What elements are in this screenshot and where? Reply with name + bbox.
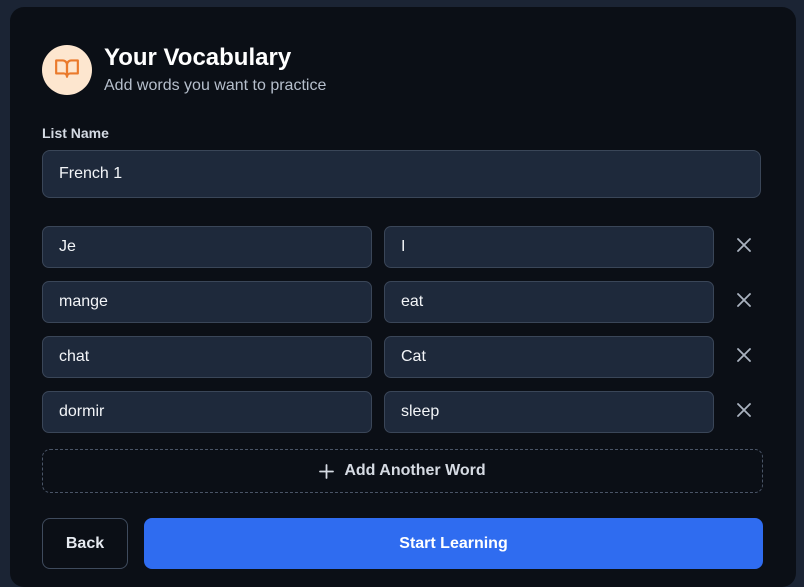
close-icon — [737, 347, 751, 367]
remove-word-button[interactable] — [732, 400, 756, 424]
remove-word-button[interactable] — [732, 345, 756, 369]
definition-input[interactable]: sleep — [384, 391, 714, 433]
term-input[interactable]: mange — [42, 281, 372, 323]
definition-input[interactable]: I — [384, 226, 714, 268]
term-input[interactable]: Je — [42, 226, 372, 268]
close-icon — [737, 292, 751, 312]
definition-input[interactable]: eat — [384, 281, 714, 323]
plus-icon — [319, 463, 335, 479]
back-button[interactable]: Back — [42, 518, 128, 569]
word-row: chat Cat — [42, 336, 767, 378]
word-row: dormir sleep — [42, 391, 767, 433]
close-icon — [737, 402, 751, 422]
vocabulary-card: Your Vocabulary Add words you want to pr… — [10, 7, 796, 587]
list-name-label: List Name — [42, 125, 109, 141]
header: Your Vocabulary Add words you want to pr… — [42, 44, 326, 96]
word-row: mange eat — [42, 281, 767, 323]
header-text: Your Vocabulary Add words you want to pr… — [104, 44, 326, 96]
definition-input[interactable]: Cat — [384, 336, 714, 378]
add-word-label: Add Another Word — [344, 462, 486, 479]
add-word-button[interactable]: Add Another Word — [42, 449, 763, 493]
list-name-input[interactable]: French 1 — [42, 150, 761, 198]
remove-word-button[interactable] — [732, 235, 756, 259]
word-row: Je I — [42, 226, 767, 268]
term-input[interactable]: chat — [42, 336, 372, 378]
book-open-icon — [54, 55, 80, 86]
book-icon-badge — [42, 45, 92, 95]
page-title: Your Vocabulary — [104, 44, 292, 71]
start-learning-button[interactable]: Start Learning — [144, 518, 763, 569]
close-icon — [737, 237, 751, 257]
term-input[interactable]: dormir — [42, 391, 372, 433]
page-subtitle: Add words you want to practice — [104, 77, 327, 94]
remove-word-button[interactable] — [732, 290, 756, 314]
